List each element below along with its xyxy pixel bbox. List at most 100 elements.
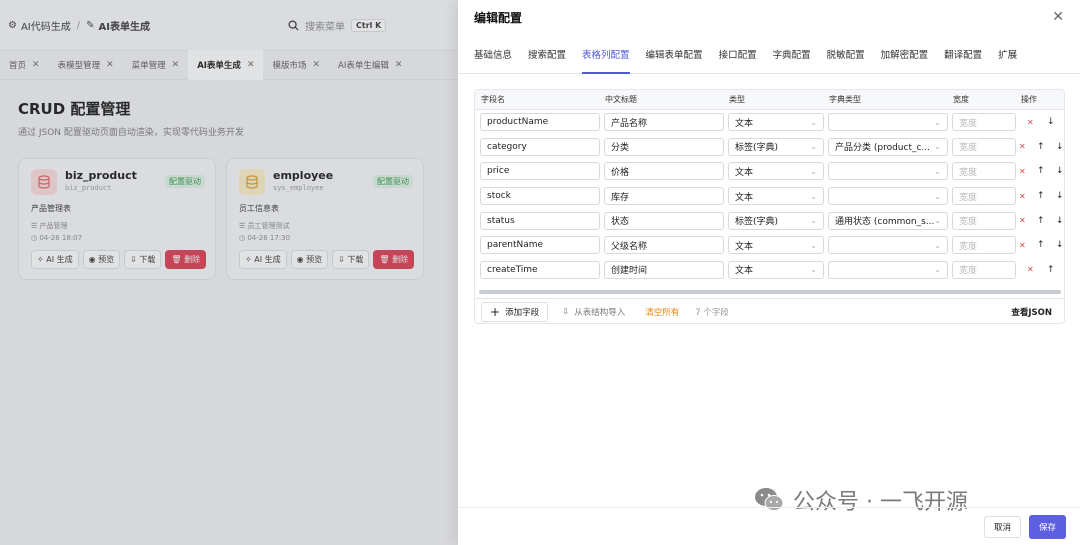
move-up-icon[interactable]: ↑: [1037, 142, 1045, 152]
select-value: 文本: [735, 118, 754, 129]
dict-type-select[interactable]: 产品分类 (product_c... ⌄: [828, 137, 948, 156]
move-up-icon[interactable]: ↑: [1037, 191, 1045, 201]
dict-type-select[interactable]: ⌄: [828, 236, 948, 255]
delete-row-icon[interactable]: ✕: [1019, 192, 1026, 201]
label-input[interactable]: 价格: [604, 162, 724, 181]
move-up-icon[interactable]: ↑: [1037, 166, 1045, 176]
modal-mask[interactable]: [0, 0, 460, 545]
tab-api-config[interactable]: 接口配置: [711, 34, 765, 74]
input-value: 库存: [611, 192, 630, 203]
dict-type-select[interactable]: 通用状态 (common_s... ⌄: [828, 211, 948, 230]
label-input[interactable]: 产品名称: [604, 113, 724, 132]
select-value: 标签(字典): [735, 143, 779, 154]
input-placeholder: 宽度: [959, 167, 978, 178]
field-name-input[interactable]: createTime: [480, 260, 600, 279]
delete-row-icon[interactable]: ✕: [1019, 167, 1026, 176]
move-up-icon[interactable]: ↑: [1037, 240, 1045, 250]
tab-desensitize[interactable]: 脱敏配置: [819, 34, 873, 74]
view-json-button[interactable]: 查看JSON: [1011, 306, 1052, 318]
move-up-icon[interactable]: ↑: [1047, 265, 1055, 275]
input-value: 价格: [611, 167, 630, 178]
field-name-input[interactable]: status: [480, 211, 600, 230]
label-input[interactable]: 库存: [604, 187, 724, 206]
dict-type-select[interactable]: ⌄: [828, 113, 948, 132]
move-down-icon[interactable]: ↓: [1047, 117, 1055, 127]
type-select[interactable]: 标签(字典) ⌄: [728, 137, 824, 156]
move-up-icon[interactable]: ↑: [1037, 216, 1045, 226]
type-select[interactable]: 文本 ⌄: [728, 236, 824, 255]
move-down-icon[interactable]: ↓: [1056, 166, 1064, 176]
width-input[interactable]: 宽度: [952, 137, 1016, 156]
input-placeholder: 宽度: [959, 192, 978, 203]
tab-edit-form[interactable]: 编辑表单配置: [638, 34, 711, 74]
dict-type-select[interactable]: ⌄: [828, 162, 948, 181]
type-select[interactable]: 文本 ⌄: [728, 260, 824, 279]
delete-row-icon[interactable]: ✕: [1019, 241, 1026, 250]
delete-row-icon[interactable]: ✕: [1027, 118, 1034, 127]
label-input[interactable]: 创建时间: [604, 260, 724, 279]
field-count: 7 个字段: [695, 307, 729, 318]
input-placeholder: 宽度: [959, 266, 978, 277]
tab-search-config[interactable]: 搜索配置: [520, 34, 574, 74]
tab-extension[interactable]: 扩展: [990, 34, 1025, 74]
tab-encryption[interactable]: 加解密配置: [873, 34, 937, 74]
select-value: 产品分类 (product_c...: [835, 143, 931, 154]
label-input[interactable]: 分类: [604, 137, 724, 156]
input-value: 分类: [611, 143, 630, 154]
move-down-icon[interactable]: ↓: [1056, 191, 1064, 201]
chevron-down-icon: ⌄: [810, 166, 817, 176]
edit-config-drawer: 编辑配置 ✕ 基础信息 搜索配置 表格列配置 编辑表单配置 接口配置 字典配置 …: [458, 0, 1080, 545]
chevron-down-icon: ⌄: [810, 240, 817, 250]
delete-row-icon[interactable]: ✕: [1019, 142, 1026, 151]
input-placeholder: 宽度: [959, 143, 978, 154]
select-value: 通用状态 (common_s...: [835, 217, 935, 228]
move-down-icon[interactable]: ↓: [1056, 216, 1064, 226]
table-row: price 价格 文本 ⌄ ⌄ 宽度 ✕ ↑ ↓: [475, 159, 1064, 184]
input-value: productName: [487, 117, 549, 128]
clear-all-button[interactable]: 清空所有: [645, 306, 679, 318]
width-input[interactable]: 宽度: [952, 113, 1016, 132]
field-name-input[interactable]: productName: [480, 113, 600, 132]
close-icon[interactable]: ✕: [1052, 9, 1064, 25]
width-input[interactable]: 宽度: [952, 187, 1016, 206]
tab-basic-info[interactable]: 基础信息: [474, 34, 520, 74]
tab-dict-config[interactable]: 字典配置: [765, 34, 819, 74]
type-select[interactable]: 文本 ⌄: [728, 162, 824, 181]
column-config-table: 字段名 中文标题 类型 字典类型 宽度 操作 productName 产品名称 文本…: [474, 89, 1065, 324]
type-select[interactable]: 文本 ⌄: [728, 187, 824, 206]
tab-translation[interactable]: 翻译配置: [936, 34, 990, 74]
label-input[interactable]: 父级名称: [604, 236, 724, 255]
chevron-down-icon: ⌄: [810, 191, 817, 201]
field-name-input[interactable]: stock: [480, 187, 600, 206]
width-input[interactable]: 宽度: [952, 260, 1016, 279]
width-input[interactable]: 宽度: [952, 162, 1016, 181]
label-input[interactable]: 状态: [604, 211, 724, 230]
input-value: 状态: [611, 217, 630, 228]
dict-type-select[interactable]: ⌄: [828, 260, 948, 279]
width-input[interactable]: 宽度: [952, 236, 1016, 255]
width-input[interactable]: 宽度: [952, 211, 1016, 230]
move-down-icon[interactable]: ↓: [1056, 240, 1064, 250]
chevron-down-icon: ⌄: [810, 216, 817, 226]
field-name-input[interactable]: parentName: [480, 236, 600, 255]
input-value: 父级名称: [611, 241, 648, 252]
input-value: status: [487, 215, 515, 226]
type-select[interactable]: 标签(字典) ⌄: [728, 211, 824, 230]
save-button[interactable]: 保存: [1028, 514, 1066, 539]
tab-table-columns[interactable]: 表格列配置: [574, 34, 638, 74]
move-down-icon[interactable]: ↓: [1056, 142, 1064, 152]
delete-row-icon[interactable]: ✕: [1019, 216, 1026, 225]
table-row: category 分类 标签(字典) ⌄ 产品分类 (product_c... ⌄ 宽度 ✕ ↑…: [475, 135, 1064, 160]
delete-row-icon[interactable]: ✕: [1027, 265, 1034, 274]
horizontal-scrollbar[interactable]: [479, 290, 1061, 294]
col-width: 宽度: [953, 95, 969, 104]
add-field-button[interactable]: + 添加字段: [481, 301, 549, 322]
dict-type-select[interactable]: ⌄: [828, 187, 948, 206]
field-name-input[interactable]: price: [480, 162, 600, 181]
cancel-button[interactable]: 取消: [983, 515, 1021, 538]
import-from-table-button[interactable]: ⇩ 从表结构导入: [554, 302, 633, 322]
type-select[interactable]: 文本 ⌄: [728, 113, 824, 132]
field-name-input[interactable]: category: [480, 137, 600, 156]
select-value: 标签(字典): [735, 217, 779, 228]
table-row: parentName 父级名称 文本 ⌄ ⌄ 宽度 ✕ ↑ ↓: [475, 233, 1064, 258]
